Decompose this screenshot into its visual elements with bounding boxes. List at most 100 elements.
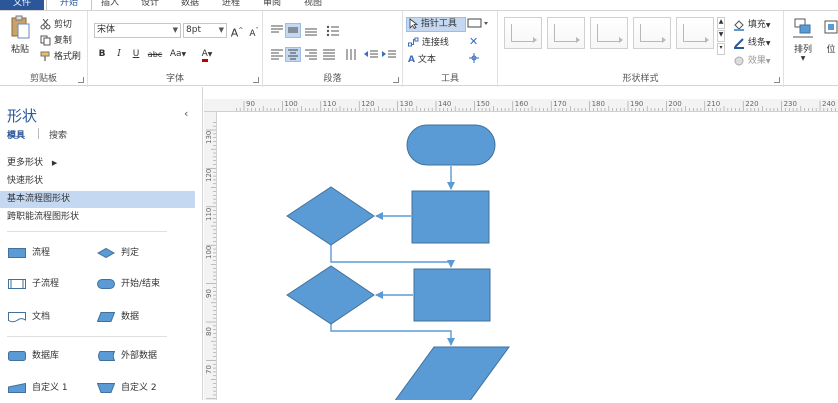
custom1-icon bbox=[8, 383, 26, 393]
horizontal-ruler[interactable]: 90 100 110 120 130 140 150 160 170 180 190 200 210 22… bbox=[204, 99, 838, 112]
subprocess-icon bbox=[8, 279, 26, 289]
align-middle-button[interactable] bbox=[285, 23, 301, 38]
rectangle-tool-button[interactable] bbox=[467, 17, 489, 29]
tab-file[interactable]: 文件 bbox=[0, 0, 44, 10]
connector-icon bbox=[408, 37, 419, 47]
arrange-button[interactable]: 排列 ▼ bbox=[790, 17, 816, 62]
underline-button[interactable]: U bbox=[128, 47, 144, 62]
line-label: 线条 bbox=[747, 38, 766, 48]
align-center-button[interactable] bbox=[285, 47, 301, 62]
close-icon[interactable]: ✕ bbox=[469, 35, 478, 48]
menu-quick-shapes[interactable]: 快速形状 bbox=[0, 173, 195, 190]
flow-process-shape-1[interactable] bbox=[411, 190, 490, 244]
database-icon bbox=[8, 351, 26, 361]
tab-stencils[interactable]: 模具 bbox=[7, 128, 25, 141]
style-swatch-3[interactable] bbox=[590, 17, 628, 49]
format-painter-button[interactable]: 格式刷 bbox=[40, 49, 81, 62]
menu-cross-functional[interactable]: 跨职能流程图形状 bbox=[0, 209, 195, 226]
italic-button[interactable]: I bbox=[111, 47, 127, 62]
align-bottom-icon[interactable] bbox=[303, 23, 319, 38]
effects-button[interactable]: 效果▼ bbox=[733, 53, 771, 67]
fill-button[interactable]: 填充▼ bbox=[733, 17, 771, 31]
tab-home[interactable]: 开始 bbox=[46, 0, 92, 10]
menu-more-shapes[interactable]: 更多形状 ▶ bbox=[0, 155, 195, 172]
connector-style-icon bbox=[683, 24, 705, 42]
strikethrough-button[interactable]: abc bbox=[145, 47, 165, 62]
ruler-label: 90 bbox=[205, 288, 213, 298]
text-direction-icon[interactable] bbox=[343, 47, 359, 62]
copy-button[interactable]: 复制 bbox=[40, 33, 72, 46]
flow-start-end-shape[interactable] bbox=[406, 124, 496, 166]
fill-bucket-icon bbox=[734, 19, 744, 31]
menu-basic-flowchart[interactable]: 基本流程图形状 bbox=[0, 191, 195, 208]
paragraph-group-label: 段落 bbox=[323, 74, 342, 84]
bullets-icon[interactable] bbox=[325, 23, 341, 38]
increase-indent-icon[interactable] bbox=[381, 47, 397, 62]
style-swatch-2[interactable] bbox=[547, 17, 585, 49]
font-name-combo[interactable]: 宋体 ▼ bbox=[94, 23, 181, 38]
shapes-panel: 形状 ‹ 模具 搜索 更多形状 ▶ 快速形状 基本流程图形状 跨职能流程图形状 … bbox=[0, 87, 203, 400]
text-tool-label: 文本 bbox=[417, 55, 436, 65]
cut-label: 剪切 bbox=[53, 20, 72, 30]
connector-tool-button[interactable]: 连接线 bbox=[408, 35, 449, 48]
cut-button[interactable]: 剪切 bbox=[40, 17, 72, 30]
tab-review[interactable]: 审阅 bbox=[263, 0, 281, 10]
paste-label: 粘贴 bbox=[10, 45, 29, 55]
drawing-canvas[interactable] bbox=[217, 112, 838, 403]
font-size-combo[interactable]: 8pt ▼ bbox=[183, 23, 227, 38]
vertical-ruler[interactable]: 130 120 110 100 90 80 70 bbox=[204, 112, 217, 400]
clipboard-launcher-icon[interactable] bbox=[78, 77, 84, 83]
font-color-button[interactable]: A▼ bbox=[196, 47, 218, 62]
justify-icon[interactable] bbox=[321, 47, 337, 62]
align-right-icon[interactable] bbox=[303, 47, 319, 62]
tab-process[interactable]: 进程 bbox=[222, 0, 240, 10]
ruler-label: 180 bbox=[591, 100, 605, 108]
tab-search[interactable]: 搜索 bbox=[49, 128, 67, 141]
tab-view[interactable]: 视图 bbox=[304, 0, 322, 10]
decrease-indent-icon[interactable] bbox=[363, 47, 379, 62]
tab-data[interactable]: 数据 bbox=[181, 0, 199, 10]
ruler-label: 160 bbox=[514, 100, 529, 108]
align-left-icon[interactable] bbox=[269, 47, 285, 62]
canvas-top-gap bbox=[204, 87, 838, 99]
connector-line[interactable] bbox=[330, 324, 455, 346]
paragraph-launcher-icon[interactable] bbox=[393, 77, 399, 83]
connection-point-button[interactable] bbox=[468, 52, 480, 64]
change-case-button[interactable]: Aa▼ bbox=[166, 47, 190, 62]
connector-line[interactable] bbox=[330, 245, 455, 268]
ruler-label: 200 bbox=[668, 100, 682, 108]
flow-decision-shape-2[interactable] bbox=[286, 265, 375, 325]
collapse-panel-icon[interactable]: ‹ bbox=[184, 107, 188, 120]
ruler-label: 150 bbox=[476, 100, 490, 108]
pointer-tool-button[interactable]: 指针工具 bbox=[406, 17, 466, 32]
ruler-label: 230 bbox=[783, 100, 797, 108]
bold-button[interactable]: B bbox=[94, 47, 110, 62]
position-button[interactable]: 位 bbox=[822, 17, 838, 55]
shape-styles-launcher-icon[interactable] bbox=[774, 77, 780, 83]
flow-data-shape[interactable] bbox=[393, 346, 510, 403]
connector-tool-label: 连接线 bbox=[421, 38, 449, 48]
chevron-down-icon: ▼ bbox=[218, 26, 224, 34]
gallery-up-icon[interactable]: ▲ bbox=[717, 17, 725, 29]
connector-style-icon bbox=[511, 24, 533, 42]
custom2-icon bbox=[97, 383, 115, 393]
line-button[interactable]: 线条▼ bbox=[733, 35, 771, 49]
gallery-more-icon[interactable]: ▾ bbox=[717, 43, 725, 55]
grow-font-button[interactable]: A^ bbox=[229, 23, 245, 40]
style-swatch-1[interactable] bbox=[504, 17, 542, 49]
align-top-icon[interactable] bbox=[269, 23, 285, 38]
style-swatch-4[interactable] bbox=[633, 17, 671, 49]
tab-insert[interactable]: 插入 bbox=[101, 0, 119, 10]
shrink-font-button[interactable]: A˅ bbox=[246, 23, 262, 39]
shape-label: 流程 bbox=[32, 248, 51, 258]
text-tool-button[interactable]: A 文本 bbox=[408, 52, 436, 65]
tab-design[interactable]: 设计 bbox=[141, 0, 159, 10]
font-group-label: 字体 bbox=[165, 74, 184, 84]
shape-label: 开始/结束 bbox=[121, 279, 161, 289]
font-launcher-icon[interactable] bbox=[253, 77, 259, 83]
flow-decision-shape-1[interactable] bbox=[286, 186, 375, 246]
style-swatch-5[interactable] bbox=[676, 17, 714, 49]
paste-button[interactable]: 粘贴 bbox=[7, 15, 33, 55]
flow-process-shape-2[interactable] bbox=[413, 268, 491, 322]
gallery-down-icon[interactable]: ▼ bbox=[717, 30, 725, 42]
